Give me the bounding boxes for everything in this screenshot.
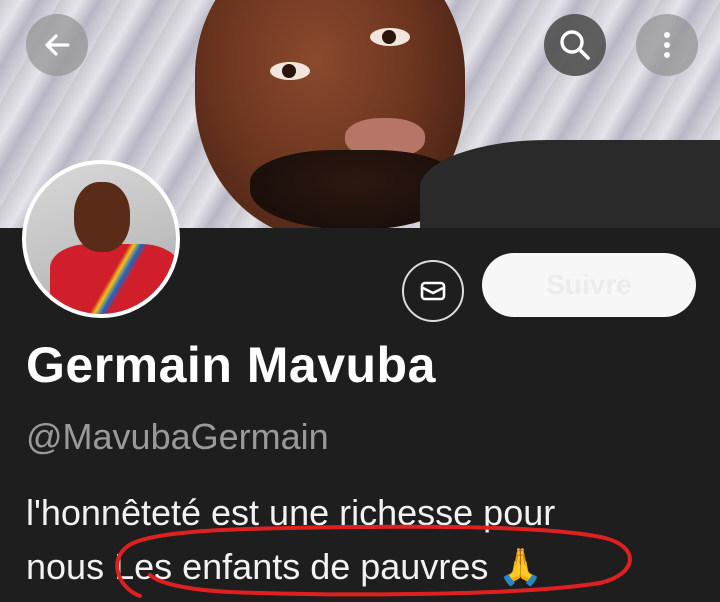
profile-avatar[interactable] [22, 160, 180, 318]
profile-bio: l'honnêteté est une richesse pour nous L… [26, 486, 706, 594]
back-button[interactable] [26, 14, 88, 76]
arrow-left-icon [45, 34, 70, 56]
bio-line-2-prefix: nous [26, 546, 115, 587]
message-button[interactable] [402, 260, 464, 322]
more-vertical-icon [664, 32, 670, 58]
profile-name: Germain Mavuba [26, 337, 436, 393]
follow-button[interactable]: Suivre [482, 253, 696, 317]
banner-photo-eye [370, 28, 410, 46]
more-options-button[interactable] [636, 14, 698, 76]
profile-handle: @MavubaGermain [26, 416, 329, 457]
search-button[interactable] [544, 14, 606, 76]
avatar-jersey [50, 244, 176, 314]
banner-photo-eye [270, 62, 310, 80]
bio-line-1: l'honnêteté est une richesse pour [26, 492, 556, 533]
avatar-face [74, 182, 130, 252]
mail-icon [420, 281, 446, 301]
banner-photo-shirt [420, 140, 720, 228]
search-icon [560, 30, 590, 60]
bio-emoji: 🙏 [498, 546, 544, 587]
bio-highlighted-text: Les enfants de pauvres [114, 546, 489, 587]
